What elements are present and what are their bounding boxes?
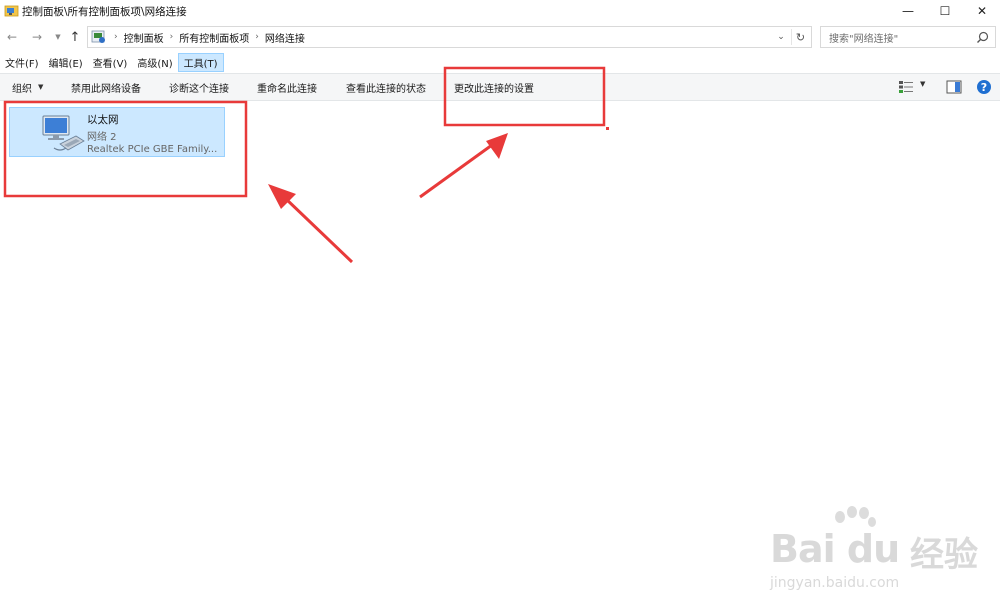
breadcrumb-control-panel[interactable]: 控制面板 — [124, 30, 164, 45]
view-options-dropdown-icon[interactable]: ▼ — [920, 80, 925, 88]
organize-label: 组织 — [12, 83, 32, 95]
menu-advanced[interactable]: 高级(N) — [132, 53, 177, 72]
help-icon[interactable]: ? — [976, 79, 992, 95]
menu-file[interactable]: 文件(F) — [0, 53, 44, 72]
svg-text:?: ? — [981, 81, 987, 94]
watermark-url: jingyan.baidu.com — [770, 575, 900, 591]
menu-view[interactable]: 查看(V) — [88, 53, 133, 72]
back-arrow-icon[interactable]: ← — [3, 27, 21, 47]
view-status-button[interactable]: 查看此连接的状态 — [346, 74, 426, 100]
control-panel-icon — [91, 30, 105, 43]
connection-network: 网络 2 — [87, 132, 117, 143]
ethernet-connection-item[interactable]: 以太网 网络 2 Realtek PCIe GBE Family... — [9, 107, 225, 157]
organize-button[interactable]: 组织 ▼ — [12, 74, 43, 100]
disable-device-button[interactable]: 禁用此网络设备 — [71, 74, 141, 100]
forward-arrow-icon[interactable]: → — [28, 27, 46, 47]
change-settings-button[interactable]: 更改此连接的设置 — [454, 74, 534, 100]
breadcrumb-all-items[interactable]: 所有控制面板项 — [179, 30, 249, 45]
menu-bar: 文件(F) 编辑(E) 查看(V) 高级(N) 工具(T) — [0, 52, 1000, 73]
address-row: ← → ▼ ↑ › 控制面板 › 所有控制面板项 › 网络连接 ⌄ ↻ 搜索"网… — [0, 24, 1000, 50]
up-arrow-icon[interactable]: ↑ — [66, 27, 84, 47]
minimize-button[interactable]: — — [888, 0, 928, 22]
title-bar: 控制面板\所有控制面板项\网络连接 — ☐ ✕ — [0, 0, 1000, 22]
breadcrumb-network-connections[interactable]: 网络连接 — [265, 30, 305, 45]
network-folder-icon — [4, 5, 19, 17]
menu-tools[interactable]: 工具(T) — [177, 53, 224, 72]
menu-edit[interactable]: 编辑(E) — [44, 53, 88, 72]
search-input[interactable]: 搜索"网络连接" — [820, 26, 996, 48]
diagnose-connection-button[interactable]: 诊断这个连接 — [169, 74, 229, 100]
ethernet-adapter-icon — [42, 115, 85, 151]
baidu-jingyan-watermark: Bai du 经验 jingyan.baidu.com — [760, 505, 995, 605]
chevron-down-icon: ▼ — [38, 83, 44, 91]
close-button[interactable]: ✕ — [962, 0, 1000, 22]
address-dropdown-icon[interactable]: ⌄ — [773, 29, 789, 45]
connection-adapter: Realtek PCIe GBE Family... — [87, 144, 218, 155]
refresh-icon[interactable]: ↻ — [791, 29, 809, 45]
breadcrumb-separator-icon: › — [255, 32, 259, 42]
recent-locations-dropdown-icon[interactable]: ▼ — [49, 27, 67, 47]
breadcrumb-separator-icon: › — [114, 32, 118, 42]
maximize-button[interactable]: ☐ — [925, 0, 965, 22]
rename-connection-button[interactable]: 重命名此连接 — [257, 74, 317, 100]
search-placeholder: 搜索"网络连接" — [829, 33, 899, 45]
connection-name: 以太网 — [87, 114, 119, 126]
search-icon[interactable] — [976, 31, 989, 44]
breadcrumb-separator-icon: › — [169, 32, 174, 42]
watermark-logo-text: Bai du — [770, 527, 900, 571]
preview-pane-icon[interactable] — [946, 80, 962, 94]
command-bar: 组织 ▼ 禁用此网络设备 诊断这个连接 重命名此连接 查看此连接的状态 更改此连… — [0, 73, 1000, 101]
address-bar[interactable]: › 控制面板 › 所有控制面板项 › 网络连接 ⌄ ↻ — [87, 26, 812, 48]
watermark-brand-text: 经验 — [910, 535, 978, 575]
change-view-icon[interactable] — [898, 80, 914, 94]
window-title: 控制面板\所有控制面板项\网络连接 — [22, 6, 187, 18]
